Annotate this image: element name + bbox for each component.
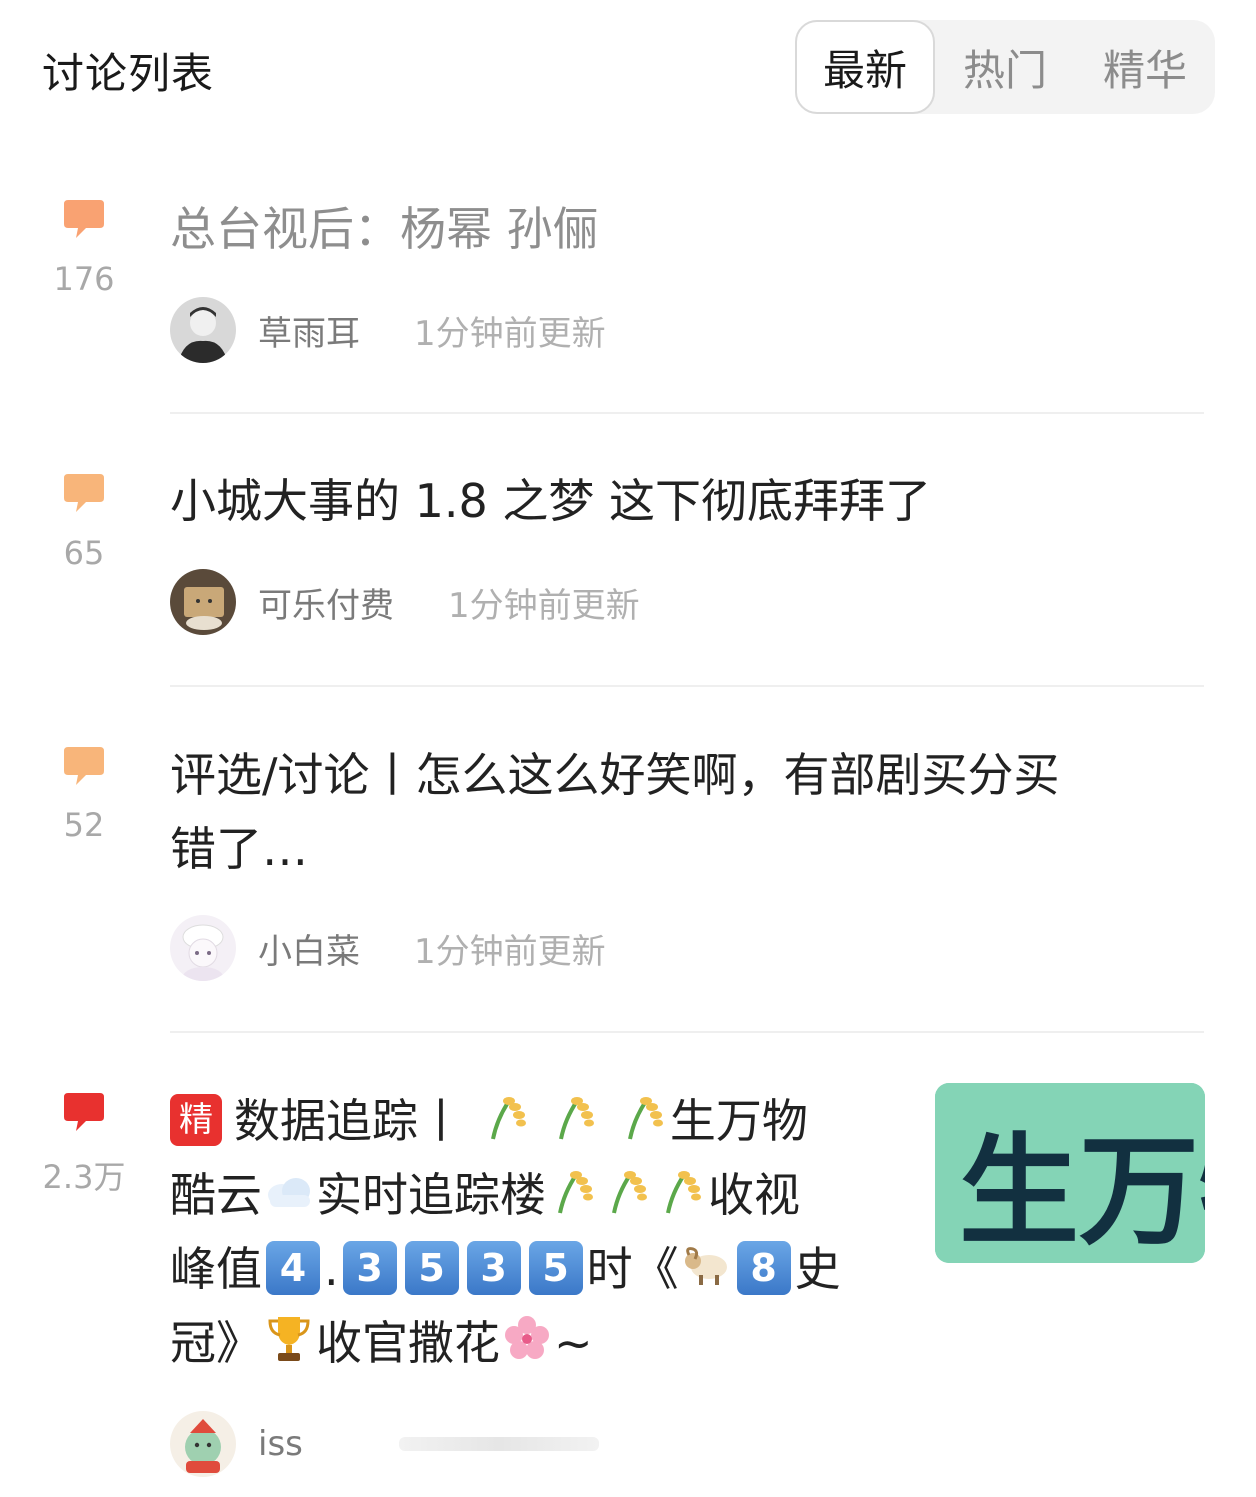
rice-icon	[666, 1171, 701, 1214]
avatar[interactable]	[170, 1411, 236, 1477]
calligraphy-image: 生万物	[935, 1083, 1205, 1263]
keycap-digit: 4	[266, 1241, 320, 1295]
author-name[interactable]: 可乐付费	[258, 578, 394, 627]
divider	[170, 412, 1204, 414]
avatar[interactable]	[170, 569, 236, 635]
thread-title[interactable]: 总台视后：杨幂 孙俪	[170, 192, 599, 266]
title-text: ~	[554, 1316, 593, 1370]
author-name[interactable]: 小白菜	[258, 924, 360, 973]
tab-featured[interactable]: 精华	[1075, 20, 1215, 114]
title-text: 收官撒花	[316, 1316, 500, 1370]
keycap-digit: 8	[736, 1241, 791, 1295]
author-name[interactable]: 草雨耳	[258, 306, 360, 355]
tab-latest[interactable]: 最新	[795, 20, 935, 114]
comment-count: 52	[63, 806, 105, 844]
blossom-icon	[505, 1316, 549, 1359]
thread-meta: 小白菜 1分钟前更新	[170, 914, 606, 982]
svg-text:生万物: 生万物	[959, 1121, 1205, 1262]
author-name[interactable]: iss	[258, 1424, 303, 1464]
cloud-icon	[268, 1178, 310, 1207]
keycap-digit: 3	[342, 1241, 397, 1295]
title-text: 史	[794, 1242, 841, 1296]
divider	[170, 685, 1204, 687]
update-time: 1分钟前更新	[448, 585, 640, 626]
tab-hot[interactable]: 热门	[935, 20, 1075, 114]
header: 讨论列表 最新 热门 精华	[0, 0, 1256, 130]
divider	[170, 1031, 1204, 1033]
thread-title-line: 酷云 实时追踪楼 收视	[170, 1158, 900, 1232]
update-time: 1分钟前更新	[414, 931, 606, 972]
rice-icon	[627, 1097, 663, 1140]
title-text: 酷云	[170, 1168, 262, 1222]
rice-icon	[559, 1097, 595, 1140]
thread-meta: 可乐付费 1分钟前更新	[170, 568, 640, 636]
comment-count: 176	[53, 260, 115, 298]
sort-tabs: 最新 热门 精华	[795, 20, 1215, 114]
rice-icon	[612, 1171, 647, 1214]
keycap-digit: 5	[528, 1241, 583, 1295]
title-text: 实时追踪楼	[316, 1168, 546, 1222]
title-text: 时《	[586, 1242, 679, 1296]
comment-count: 65	[63, 534, 105, 572]
rice-icon	[558, 1171, 593, 1214]
trophy-icon	[268, 1317, 310, 1361]
thread-title-line: 评选/讨论丨怎么这么好笑啊，有部剧买分买	[170, 748, 1060, 802]
featured-badge: 精	[170, 1094, 222, 1146]
comment-bubble-icon	[64, 747, 104, 785]
title-text: .	[324, 1242, 339, 1296]
time-placeholder	[398, 1437, 599, 1451]
thread-title[interactable]: 小城大事的 1.8 之梦 这下彻底拜拜了	[170, 464, 931, 538]
comment-bubble-icon	[64, 200, 104, 238]
ram-icon	[684, 1247, 727, 1285]
thread-title-line: 错了…	[170, 822, 308, 876]
title-text: 数据追踪丨	[234, 1094, 464, 1148]
title-text: 冠》	[170, 1316, 262, 1370]
thread-meta: iss	[170, 1410, 599, 1478]
rice-icon	[490, 1097, 526, 1140]
thread-title[interactable]: 精数据追踪丨 生万物 酷云 实时追踪楼 收视 峰值 4. 3 5 3 5 时《 8 史 冠》 收官撒花…	[170, 1084, 900, 1380]
thread-title-line: 峰值 4. 3 5 3 5 时《 8 史	[170, 1232, 900, 1306]
comment-bubble-icon	[64, 474, 104, 512]
avatar[interactable]	[170, 915, 236, 981]
title-text: 生万物	[669, 1094, 808, 1148]
keycap-digit: 3	[466, 1241, 521, 1295]
title-text: 峰值	[170, 1242, 262, 1296]
avatar[interactable]	[170, 297, 236, 363]
title-text: 收视	[708, 1168, 800, 1222]
comment-count: 2.3万	[42, 1158, 126, 1196]
thread-title-line: 精数据追踪丨 生万物	[170, 1084, 900, 1158]
update-time: 1分钟前更新	[414, 313, 606, 354]
thread-title[interactable]: 评选/讨论丨怎么这么好笑啊，有部剧买分买 错了…	[170, 738, 1190, 886]
thread-meta: 草雨耳 1分钟前更新	[170, 296, 606, 364]
page-title: 讨论列表	[42, 49, 215, 98]
keycap-digit: 5	[404, 1241, 459, 1295]
thread-thumbnail[interactable]: 生万物	[935, 1083, 1205, 1263]
comment-bubble-icon	[64, 1093, 104, 1131]
thread-title-line: 冠》 收官撒花 ~	[170, 1306, 900, 1380]
